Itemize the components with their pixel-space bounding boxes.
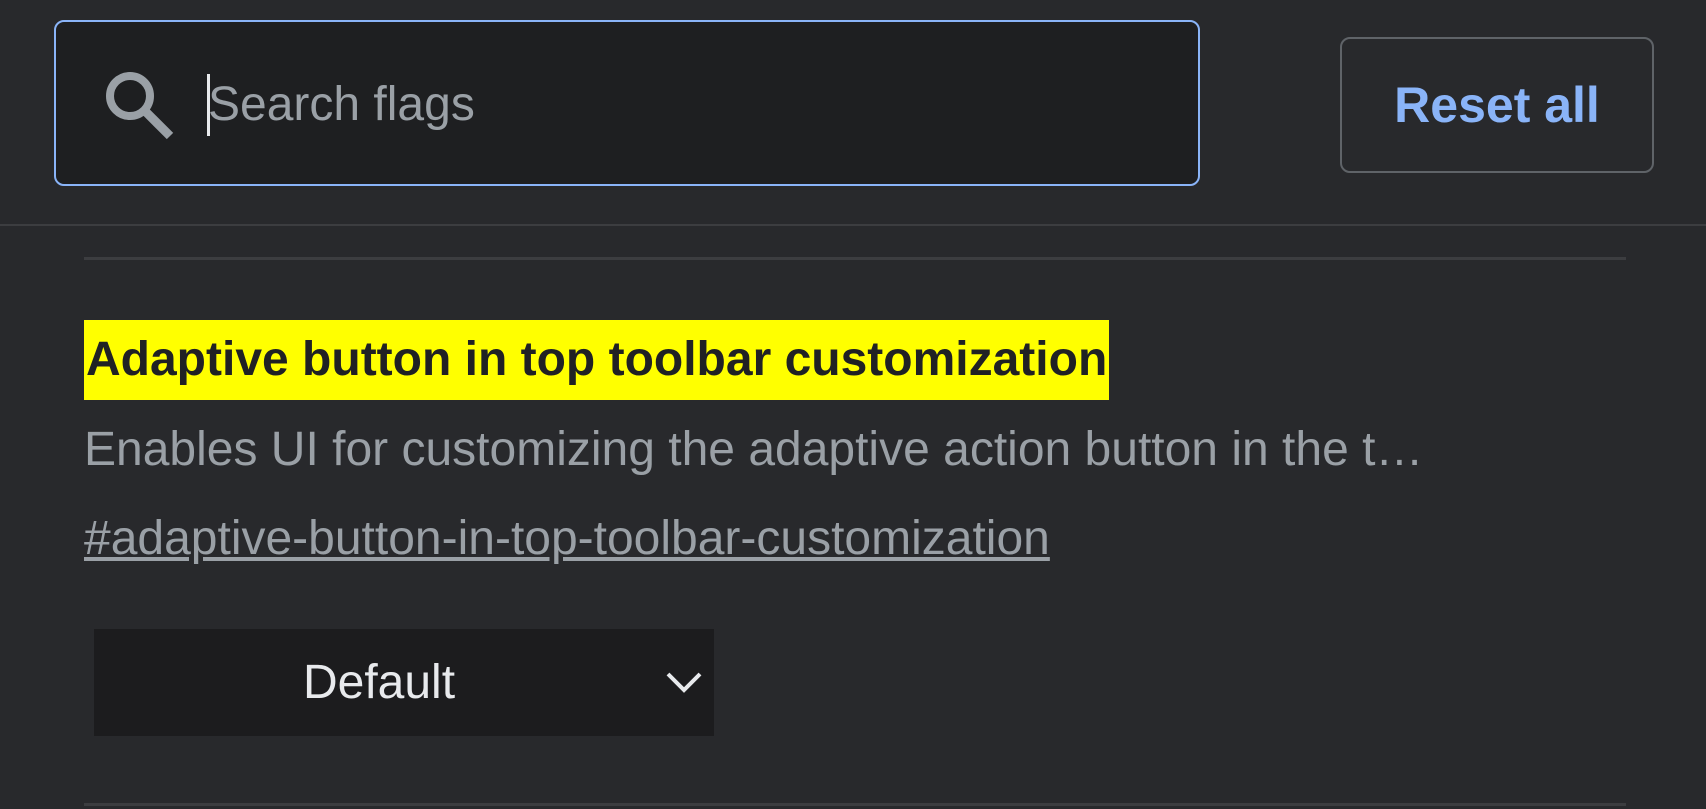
section-divider <box>84 803 1626 806</box>
search-icon <box>106 72 174 140</box>
select-value: Default <box>302 656 456 709</box>
flags-header: Reset all <box>0 0 1706 226</box>
flag-state-select[interactable]: Default <box>94 629 714 736</box>
reset-all-button[interactable]: Reset all <box>1340 37 1654 173</box>
flag-title: Adaptive button in top toolbar customiza… <box>84 320 1110 400</box>
flag-anchor-link[interactable]: #adaptive-button-in-top-toolbar-customiz… <box>84 507 1050 571</box>
search-input[interactable] <box>208 62 1168 146</box>
text-caret <box>207 74 210 136</box>
section-divider <box>84 257 1626 260</box>
chevron-down-icon <box>666 672 702 693</box>
flag-description: Enables UI for customizing the adaptive … <box>84 423 1424 476</box>
